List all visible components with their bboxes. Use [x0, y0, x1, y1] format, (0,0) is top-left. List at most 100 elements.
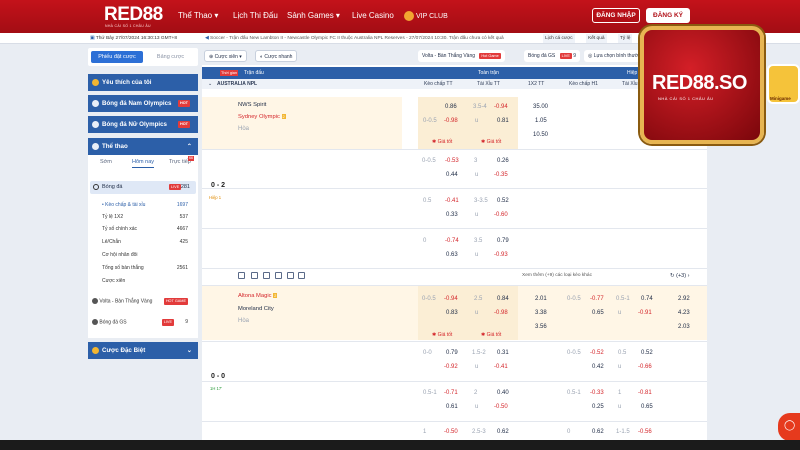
- odds[interactable]: -0.33: [590, 390, 604, 396]
- odds-1x2-home[interactable]: 35.00: [533, 104, 548, 110]
- selection-mode[interactable]: ◎ Lựa chọn bình thường: [584, 50, 648, 62]
- bet-history-button[interactable]: Lịch cá cược: [543, 34, 575, 43]
- nav-games[interactable]: Sảnh Games ▾: [287, 11, 340, 20]
- odds[interactable]: 0.83: [446, 310, 458, 316]
- odds[interactable]: 0.74: [641, 296, 653, 302]
- odds[interactable]: 0.42: [592, 364, 604, 370]
- odds[interactable]: -0.98: [494, 310, 508, 316]
- odds[interactable]: -0.50: [494, 404, 508, 410]
- odds-1x2-h1-away[interactable]: 4.23: [678, 310, 690, 316]
- sidebar-item-womens-olympics[interactable]: Bóng đá Nữ Olympics HOT: [88, 116, 198, 133]
- tab-today[interactable]: Hôm nay: [132, 159, 155, 168]
- odds[interactable]: 0.40: [497, 390, 509, 396]
- sidebar-volta[interactable]: Volta - Bàn Thắng Vàng HOT GAME: [92, 298, 194, 305]
- odds[interactable]: 0.63: [446, 252, 458, 258]
- volta-tab[interactable]: Volta - Bàn Thắng Vàng Hot Game: [418, 50, 505, 62]
- match1-away[interactable]: Sydney Olympic 2: [238, 114, 286, 120]
- odds-1x2-away[interactable]: 1.05: [535, 118, 547, 124]
- odds-1x2-away[interactable]: 3.38: [535, 310, 547, 316]
- odds[interactable]: 0.65: [641, 404, 653, 410]
- odds[interactable]: 0.84: [497, 296, 509, 302]
- odds[interactable]: -0.35: [494, 172, 508, 178]
- odds[interactable]: 0.81: [497, 118, 509, 124]
- odds[interactable]: -0.53: [445, 158, 459, 164]
- odds[interactable]: -0.98: [444, 118, 458, 124]
- odds[interactable]: -0.60: [494, 212, 508, 218]
- match1-home[interactable]: NWS Spirit: [238, 102, 266, 108]
- betslip-tab[interactable]: Phiếu đặt cược: [91, 51, 143, 63]
- sidebar-item-special-bets[interactable]: Cược Đặc Biệt ⌄: [88, 342, 198, 359]
- odds[interactable]: 0.31: [497, 350, 509, 356]
- sidebar-item-favorites[interactable]: Yêu thích của tôi: [88, 74, 198, 91]
- odds[interactable]: -0.41: [445, 198, 459, 204]
- sub-double-chance[interactable]: Cơ hội nhân đôi: [102, 252, 194, 258]
- odds[interactable]: 0.79: [497, 238, 509, 244]
- odds[interactable]: -0.52: [590, 350, 604, 356]
- match2-home[interactable]: Altona Magic 2: [238, 293, 278, 299]
- odds-1x2-draw[interactable]: 10.50: [533, 132, 548, 138]
- bet-type-select[interactable]: ⊕ Cược xiên ▾: [204, 50, 247, 62]
- odds[interactable]: 0.33: [446, 212, 458, 218]
- odds[interactable]: -0.50: [444, 429, 458, 435]
- sidebar-item-mens-olympics[interactable]: Bóng đá Nam Olympics HOT: [88, 95, 198, 112]
- results-button[interactable]: Kết quả: [586, 34, 607, 43]
- site-logo[interactable]: RED88 NHÀ CÁI SỐ 1 CHÂU ÂU: [104, 4, 163, 28]
- odds[interactable]: 0.44: [446, 172, 458, 178]
- sub-correct-score[interactable]: Tỷ số chính xác 4667: [102, 226, 194, 232]
- odds[interactable]: 0.25: [592, 404, 604, 410]
- list-icon[interactable]: [298, 272, 305, 279]
- stats-icon[interactable]: [251, 272, 258, 279]
- odds-1x2-h1-home[interactable]: 2.92: [678, 296, 690, 302]
- chat-button[interactable]: ◯: [778, 413, 800, 441]
- nav-live-casino[interactable]: Live Casino: [352, 11, 394, 20]
- register-button[interactable]: ĐĂNG KÝ: [646, 8, 690, 23]
- more-markets-link[interactable]: Xem thêm (+9) các loại kèo khác: [522, 273, 592, 278]
- nav-vip-club[interactable]: VIP CLUB: [404, 11, 448, 21]
- gs-tab[interactable]: Bóng đá GS LIVE 9: [524, 50, 581, 62]
- odds[interactable]: 0.86: [445, 104, 457, 110]
- odds[interactable]: -0.71: [444, 390, 458, 396]
- tv-icon[interactable]: [287, 272, 294, 279]
- odds[interactable]: 0.65: [592, 310, 604, 316]
- sub-1x2[interactable]: Tỷ lệ 1X2 537: [102, 214, 194, 220]
- odds[interactable]: -0.81: [638, 390, 652, 396]
- odds-1x2-home[interactable]: 2.01: [535, 296, 547, 302]
- match2-away[interactable]: Moreland City: [238, 306, 274, 312]
- odds[interactable]: -0.91: [638, 310, 652, 316]
- more-count[interactable]: ↻ (+3) ›: [670, 273, 689, 279]
- odds[interactable]: 0.52: [641, 350, 653, 356]
- odds[interactable]: 0.26: [497, 158, 509, 164]
- odds[interactable]: 0.62: [592, 429, 604, 435]
- sport-soccer[interactable]: Bóng đá LIVE 281: [90, 181, 196, 194]
- quick-bet-toggle[interactable]: ◐ Cược nhanh: [255, 50, 298, 62]
- odds-button[interactable]: Tỷ lệ: [618, 34, 633, 43]
- sub-parlay[interactable]: Cược xiên: [102, 278, 194, 284]
- sidebar-gs-soccer[interactable]: Bóng đá GS LIVE 9: [92, 319, 194, 326]
- odds[interactable]: -0.92: [444, 364, 458, 370]
- odds[interactable]: 0.79: [446, 350, 458, 356]
- login-button[interactable]: ĐĂNG NHẬP: [592, 8, 640, 23]
- news-ticker[interactable]: ◀ Soccer - Trận đấu New Lambton II - New…: [205, 33, 504, 44]
- lock-icon[interactable]: [263, 272, 270, 279]
- odds-1x2-h1-draw[interactable]: 2.03: [678, 324, 690, 330]
- odds[interactable]: -0.41: [494, 364, 508, 370]
- odds[interactable]: -0.74: [445, 238, 459, 244]
- sub-total-goals[interactable]: Tổng số bàn thắng 2561: [102, 265, 194, 271]
- betboard-tab[interactable]: Bảng cược: [146, 51, 195, 63]
- odds[interactable]: -0.94: [494, 104, 508, 110]
- star-icon[interactable]: [238, 272, 245, 279]
- odds[interactable]: -0.77: [590, 296, 604, 302]
- minigame-button[interactable]: Minigame: [767, 64, 800, 104]
- odds[interactable]: 0.52: [497, 198, 509, 204]
- sub-odd-even[interactable]: Lẻ/Chẵn 425: [102, 239, 194, 245]
- odds[interactable]: -0.66: [638, 364, 652, 370]
- odds[interactable]: -0.93: [494, 252, 508, 258]
- sidebar-item-sports[interactable]: Thể thao ⌃: [88, 138, 198, 155]
- collapse-icon[interactable]: ⌄: [208, 79, 212, 89]
- odds[interactable]: -0.56: [638, 429, 652, 435]
- odds[interactable]: -0.94: [444, 296, 458, 302]
- odds[interactable]: 0.61: [446, 404, 458, 410]
- promo-badge[interactable]: RED88.SO NHÀ CÁI SỐ 1 CHÂU ÂU: [640, 26, 764, 144]
- odds[interactable]: 0.62: [497, 429, 509, 435]
- tab-early[interactable]: Sớm: [100, 159, 112, 165]
